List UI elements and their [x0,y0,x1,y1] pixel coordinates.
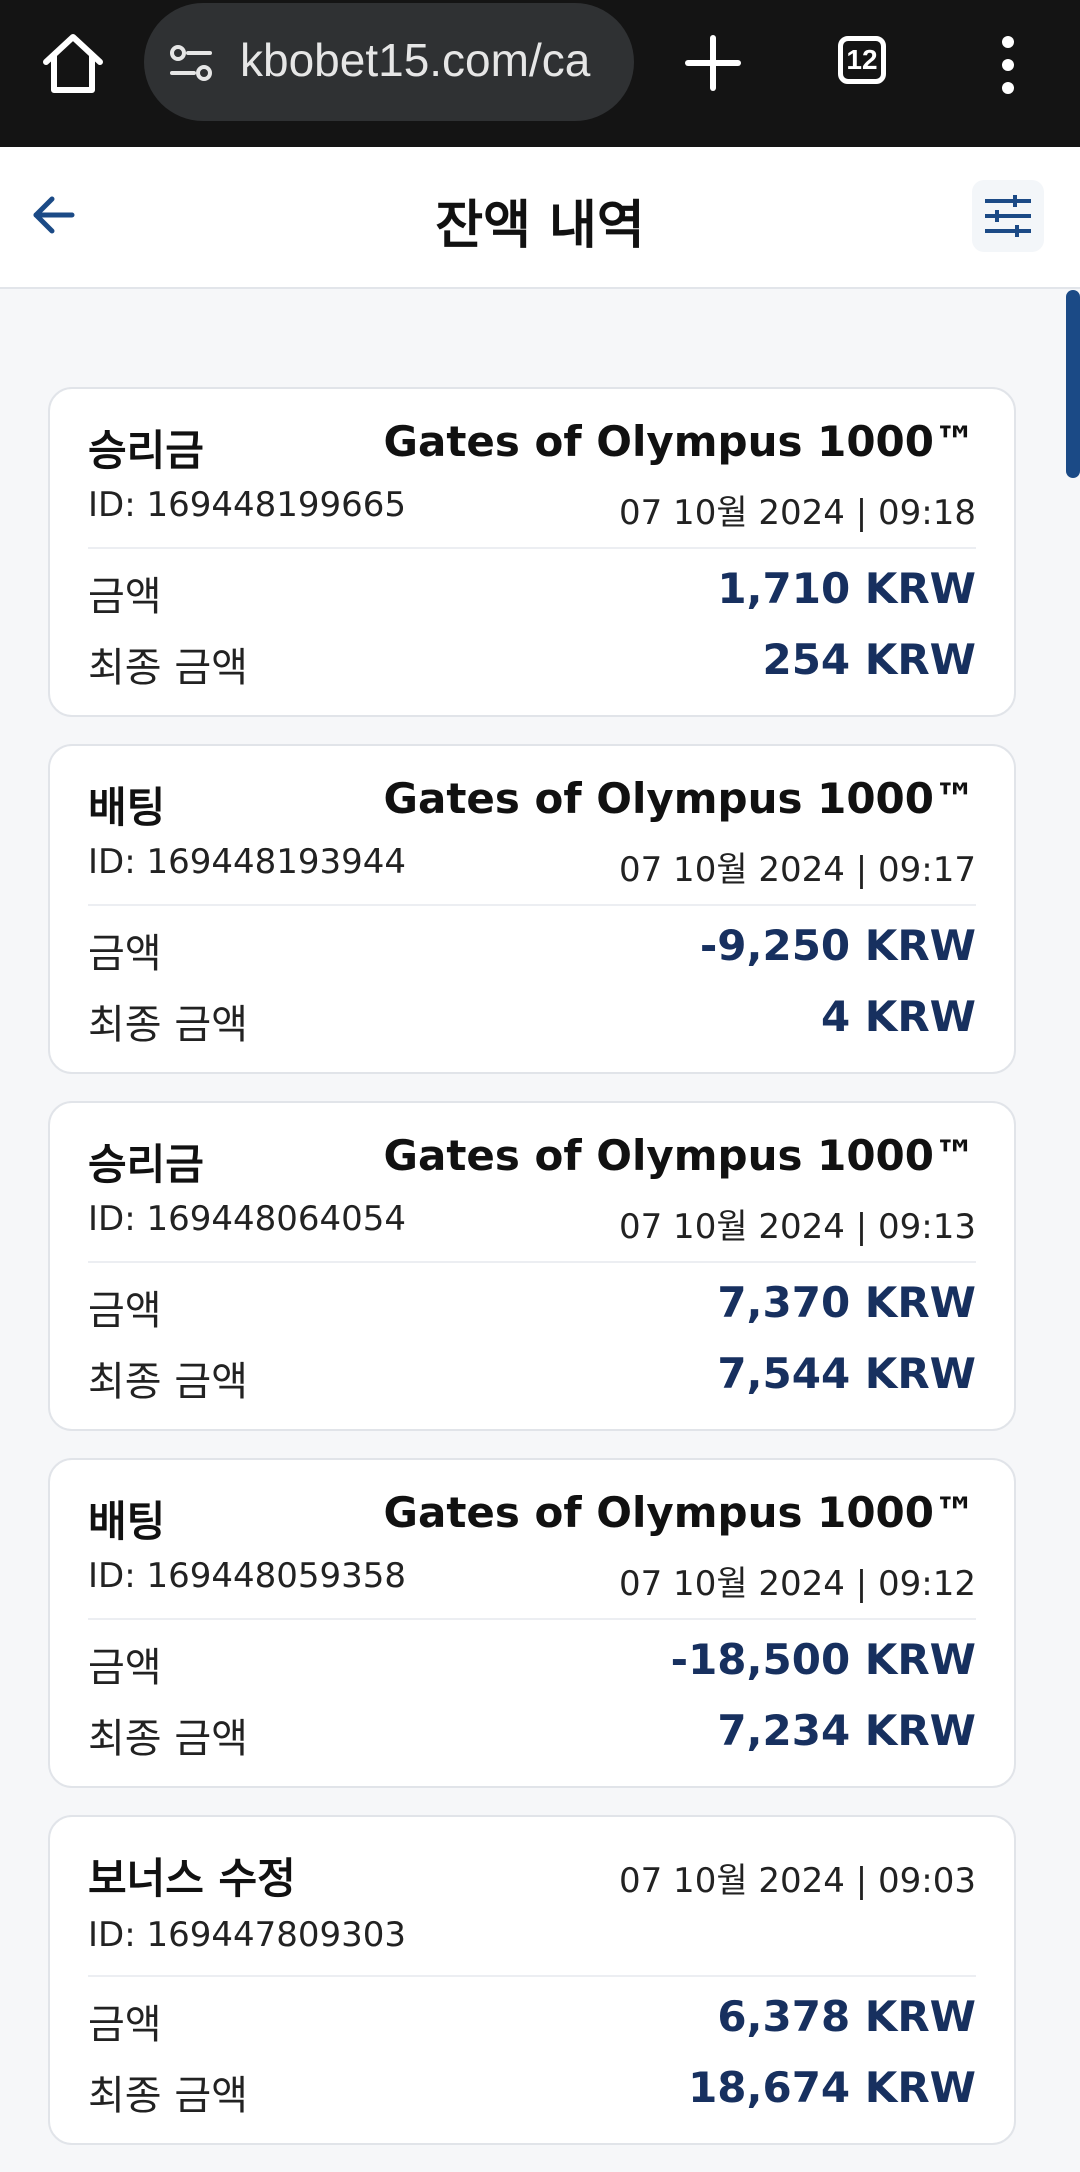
divider [88,1618,976,1620]
transaction-date: 07 10월 2024 | 09:12 [618,1564,976,1604]
transaction-type: 배팅 [88,783,166,832]
transaction-id: ID: 169448064054 [88,1199,407,1239]
amount-value: 1,710 KRW [717,564,976,613]
final-amount-label: 최종 금액 [88,1716,248,1762]
new-tab-icon[interactable] [684,34,742,92]
transaction-card[interactable]: 승리금 Gates of Olympus 1000™ ID: 169448199… [48,387,1016,717]
transaction-date: 07 10월 2024 | 09:03 [618,1861,976,1901]
address-bar[interactable]: kbobet15.com/ca [144,3,634,121]
final-amount-value: 7,234 KRW [717,1706,976,1755]
transaction-type: 승리금 [88,426,204,475]
divider [88,1975,976,1977]
final-amount-label: 최종 금액 [88,645,248,691]
transaction-date: 07 10월 2024 | 09:13 [618,1207,976,1247]
amount-label: 금액 [88,1288,162,1334]
transaction-id: ID: 169447809303 [88,1915,407,1955]
transaction-type: 승리금 [88,1140,204,1189]
transaction-id: ID: 169448193944 [88,842,407,882]
more-menu-icon[interactable] [994,34,1022,96]
amount-value: 7,370 KRW [717,1278,976,1327]
amount-value: -18,500 KRW [670,1635,976,1684]
final-amount-label: 최종 금액 [88,1359,248,1405]
transaction-type: 배팅 [88,1497,166,1546]
game-name: Gates of Olympus 1000™ [383,1488,976,1537]
amount-value: 6,378 KRW [717,1992,976,2041]
amount-label: 금액 [88,1645,162,1691]
transaction-type: 보너스 수정 [88,1854,296,1903]
amount-label: 금액 [88,574,162,620]
amount-value: -9,250 KRW [699,921,976,970]
final-amount-label: 최종 금액 [88,2073,248,2119]
divider [88,904,976,906]
game-name: Gates of Olympus 1000™ [383,1131,976,1180]
divider [88,547,976,549]
final-amount-label: 최종 금액 [88,1002,248,1048]
filter-button[interactable] [972,180,1044,252]
transaction-card[interactable]: 배팅 Gates of Olympus 1000™ ID: 1694480593… [48,1458,1016,1788]
divider [88,1261,976,1263]
url-text[interactable]: kbobet15.com/ca [240,33,590,87]
page-title: 잔액 내역 [435,196,645,256]
transaction-list: 승리금 Gates of Olympus 1000™ ID: 169448199… [48,387,1016,2172]
game-name: Gates of Olympus 1000™ [383,774,976,823]
transaction-date: 07 10월 2024 | 09:18 [618,493,976,533]
home-icon[interactable] [38,30,108,96]
game-name: Gates of Olympus 1000™ [383,417,976,466]
transaction-id: ID: 169448059358 [88,1556,407,1596]
final-amount-value: 254 KRW [762,635,976,684]
amount-label: 금액 [88,2002,162,2048]
scrollbar-thumb[interactable] [1066,290,1080,478]
transaction-card[interactable]: 보너스 수정 ID: 169447809303 07 10월 2024 | 09… [48,1815,1016,2145]
site-settings-icon[interactable] [166,39,216,89]
transaction-card[interactable]: 승리금 Gates of Olympus 1000™ ID: 169448064… [48,1101,1016,1431]
final-amount-value: 7,544 KRW [717,1349,976,1398]
final-amount-value: 4 KRW [820,992,976,1041]
amount-label: 금액 [88,931,162,977]
transaction-id: ID: 169448199665 [88,485,407,525]
transaction-card[interactable]: 배팅 Gates of Olympus 1000™ ID: 1694481939… [48,744,1016,1074]
filter-sliders-icon [985,195,1031,237]
tab-switcher-button[interactable]: 12 [838,36,886,84]
browser-toolbar: kbobet15.com/ca 12 [0,0,1080,147]
page-header: 잔액 내역 [0,147,1080,289]
transaction-date: 07 10월 2024 | 09:17 [618,850,976,890]
final-amount-value: 18,674 KRW [688,2063,976,2112]
